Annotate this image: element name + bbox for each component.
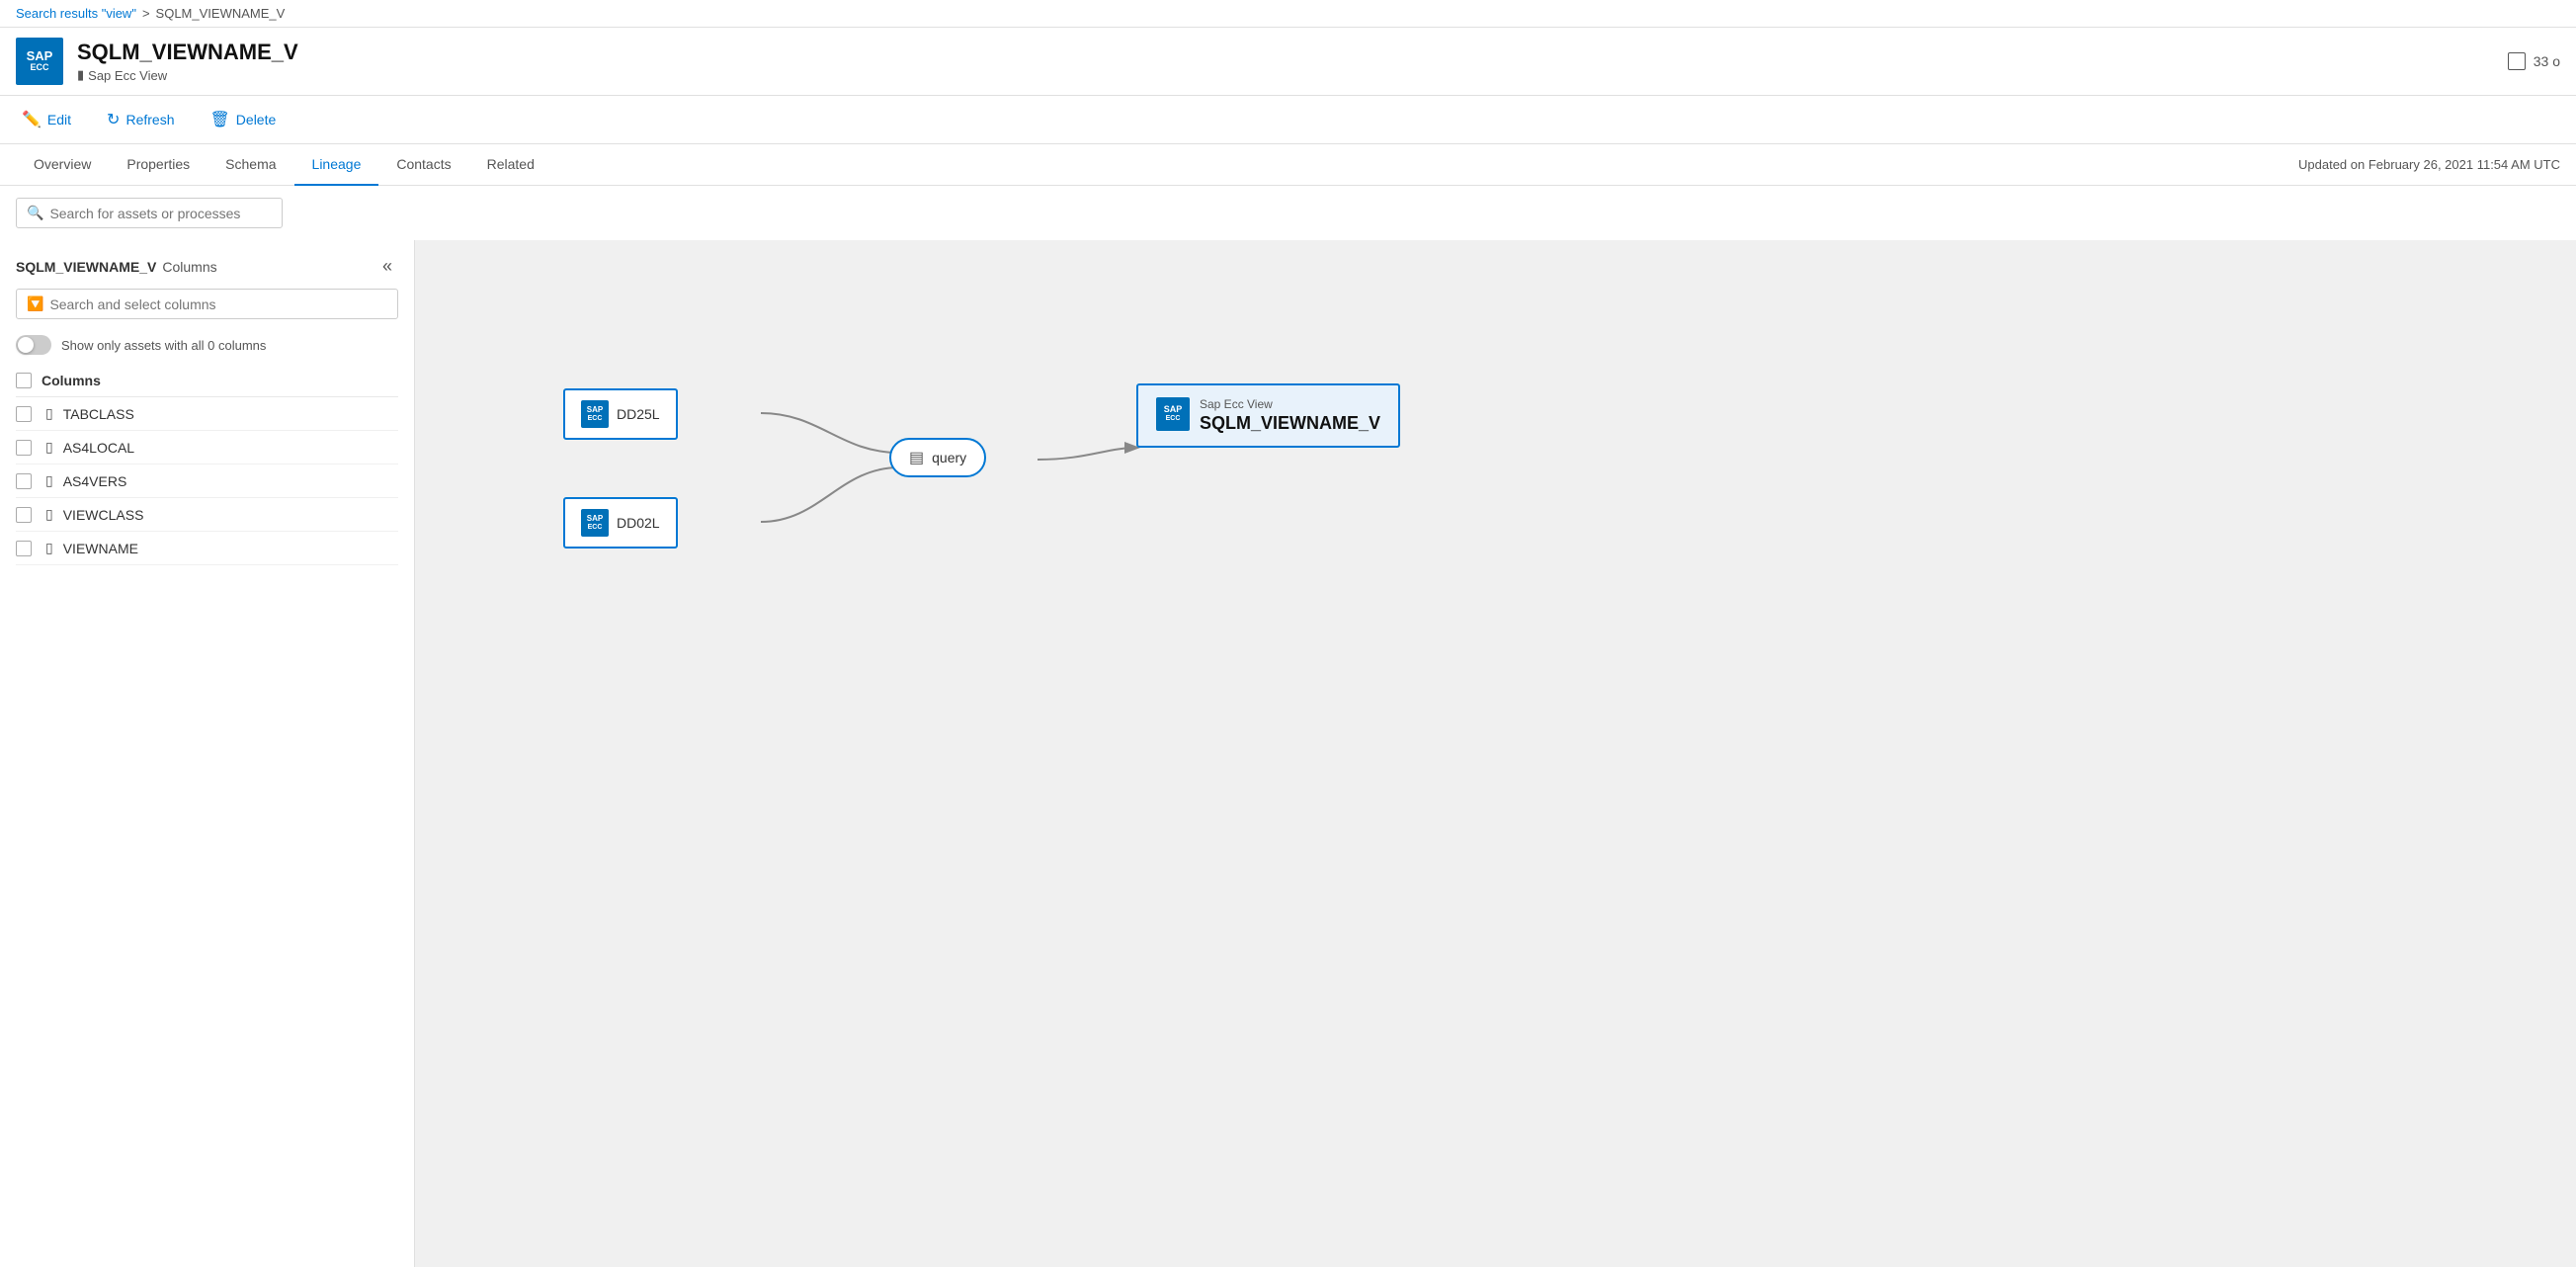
delete-button[interactable]: 🗑 Delete (204, 106, 282, 133)
tabs-bar: Overview Properties Schema Lineage Conta… (0, 144, 2576, 186)
panel-header: SQLM_VIEWNAME_V Columns « (0, 240, 414, 289)
list-item: ▯ AS4LOCAL (16, 431, 398, 465)
lineage-connections (415, 240, 2576, 1267)
delete-icon: 🗑 (209, 110, 229, 129)
column-search-icon: 🔽 (27, 296, 43, 312)
collapse-panel-button[interactable]: « (376, 254, 398, 279)
asset-name: SQLM_VIEWNAME_V (77, 40, 2494, 65)
columns-header-label: Columns (42, 373, 101, 388)
tab-related[interactable]: Related (469, 144, 552, 186)
breadcrumb-separator: > (142, 6, 150, 21)
breadcrumb-link[interactable]: Search results "view" (16, 6, 136, 21)
header-right: 33 o (2508, 52, 2560, 70)
col-icon-tabclass: ▯ (45, 405, 53, 422)
main-content: 🔍 SQLM_VIEWNAME_V Columns « 🔽 (0, 186, 2576, 1267)
columns-list: Columns ▯ TABCLASS ▯ AS4LOCAL ▯ AS4VERS (0, 365, 414, 565)
target-text-block: Sap Ecc View SQLM_VIEWNAME_V (1200, 397, 1380, 434)
columns-panel: SQLM_VIEWNAME_V Columns « 🔽 Show only as… (0, 240, 415, 1267)
list-item: ▯ VIEWNAME (16, 532, 398, 565)
col-checkbox-viewname[interactable] (16, 541, 32, 556)
col-icon-as4vers: ▯ (45, 472, 53, 489)
asset-title-block: SQLM_VIEWNAME_V ▮ Sap Ecc View (77, 40, 2494, 83)
col-icon-as4local: ▯ (45, 439, 53, 456)
target-type: Sap Ecc View (1200, 397, 1380, 411)
updated-text: Updated on February 26, 2021 11:54 AM UT… (2298, 157, 2560, 172)
sap-ecc-icon-2: SAP ECC (581, 509, 609, 537)
lineage-node-target[interactable]: SAP ECC Sap Ecc View SQLM_VIEWNAME_V (1136, 383, 1400, 448)
column-search-wrap[interactable]: 🔽 (16, 289, 398, 319)
col-name-as4vers: AS4VERS (63, 473, 127, 489)
list-item: ▯ AS4VERS (16, 465, 398, 498)
breadcrumb-current: SQLM_VIEWNAME_V (156, 6, 286, 21)
target-sap-icon: SAP ECC (1156, 397, 1190, 431)
col-checkbox-viewclass[interactable] (16, 507, 32, 523)
asset-type: ▮ Sap Ecc View (77, 67, 2494, 83)
sap-logo: SAP ECC (16, 38, 63, 85)
edit-icon: ✏️ (22, 110, 42, 129)
lineage-node-dd02l[interactable]: SAP ECC DD02L (563, 497, 678, 549)
asset-header: SAP ECC SQLM_VIEWNAME_V ▮ Sap Ecc View 3… (0, 28, 2576, 96)
col-name-tabclass: TABCLASS (63, 406, 134, 422)
tabs-left: Overview Properties Schema Lineage Conta… (16, 144, 552, 185)
tab-overview[interactable]: Overview (16, 144, 109, 186)
toggle-row: Show only assets with all 0 columns (0, 329, 414, 365)
toggle-knob (18, 337, 34, 353)
toolbar: ✏️ Edit ↻ Refresh 🗑 Delete (0, 96, 2576, 144)
select-all-checkbox[interactable] (16, 373, 32, 388)
col-checkbox-as4vers[interactable] (16, 473, 32, 489)
col-icon-viewname: ▯ (45, 540, 53, 556)
tab-properties[interactable]: Properties (109, 144, 208, 186)
lineage-node-dd25l[interactable]: SAP ECC DD25L (563, 388, 678, 440)
lineage-canvas: SAP ECC DD25L SAP ECC DD02L ▤ query (415, 240, 2576, 1267)
panel-entity-name: SQLM_VIEWNAME_V (16, 259, 156, 275)
target-name: SQLM_VIEWNAME_V (1200, 413, 1380, 434)
search-bar-row: 🔍 (0, 186, 2576, 240)
asset-search-input[interactable] (49, 206, 272, 221)
header-counter: 33 o (2534, 53, 2560, 69)
asset-search-wrap[interactable]: 🔍 (16, 198, 283, 228)
panel-title: SQLM_VIEWNAME_V Columns (16, 259, 217, 275)
search-icon: 🔍 (27, 205, 43, 221)
col-name-viewclass: VIEWCLASS (63, 507, 144, 523)
tab-contacts[interactable]: Contacts (378, 144, 468, 186)
col-name-viewname: VIEWNAME (63, 541, 138, 556)
column-search-input[interactable] (49, 296, 387, 312)
lineage-node-query[interactable]: ▤ query (889, 438, 986, 477)
columns-header-row: Columns (16, 365, 398, 397)
toggle-label: Show only assets with all 0 columns (61, 338, 266, 353)
breadcrumb: Search results "view" > SQLM_VIEWNAME_V (0, 0, 2576, 28)
refresh-icon: ↻ (107, 110, 120, 129)
col-icon-viewclass: ▯ (45, 506, 53, 523)
query-icon: ▤ (909, 448, 924, 467)
tab-schema[interactable]: Schema (208, 144, 293, 186)
tab-lineage[interactable]: Lineage (294, 144, 379, 186)
node-label-dd25l: DD25L (617, 406, 660, 422)
col-name-as4local: AS4LOCAL (63, 440, 134, 456)
node-label-query: query (932, 450, 966, 465)
refresh-button[interactable]: ↻ Refresh (101, 106, 180, 133)
edit-button[interactable]: ✏️ Edit (16, 106, 77, 133)
node-label-dd02l: DD02L (617, 515, 660, 531)
asset-type-icon: ▮ (77, 67, 84, 83)
lineage-body: SQLM_VIEWNAME_V Columns « 🔽 Show only as… (0, 240, 2576, 1267)
col-checkbox-as4local[interactable] (16, 440, 32, 456)
panel-columns-label: Columns (162, 259, 216, 275)
list-item: ▯ TABCLASS (16, 397, 398, 431)
list-item: ▯ VIEWCLASS (16, 498, 398, 532)
toggle-switch[interactable] (16, 335, 51, 355)
header-checkbox[interactable] (2508, 52, 2526, 70)
col-checkbox-tabclass[interactable] (16, 406, 32, 422)
sap-ecc-icon: SAP ECC (581, 400, 609, 428)
